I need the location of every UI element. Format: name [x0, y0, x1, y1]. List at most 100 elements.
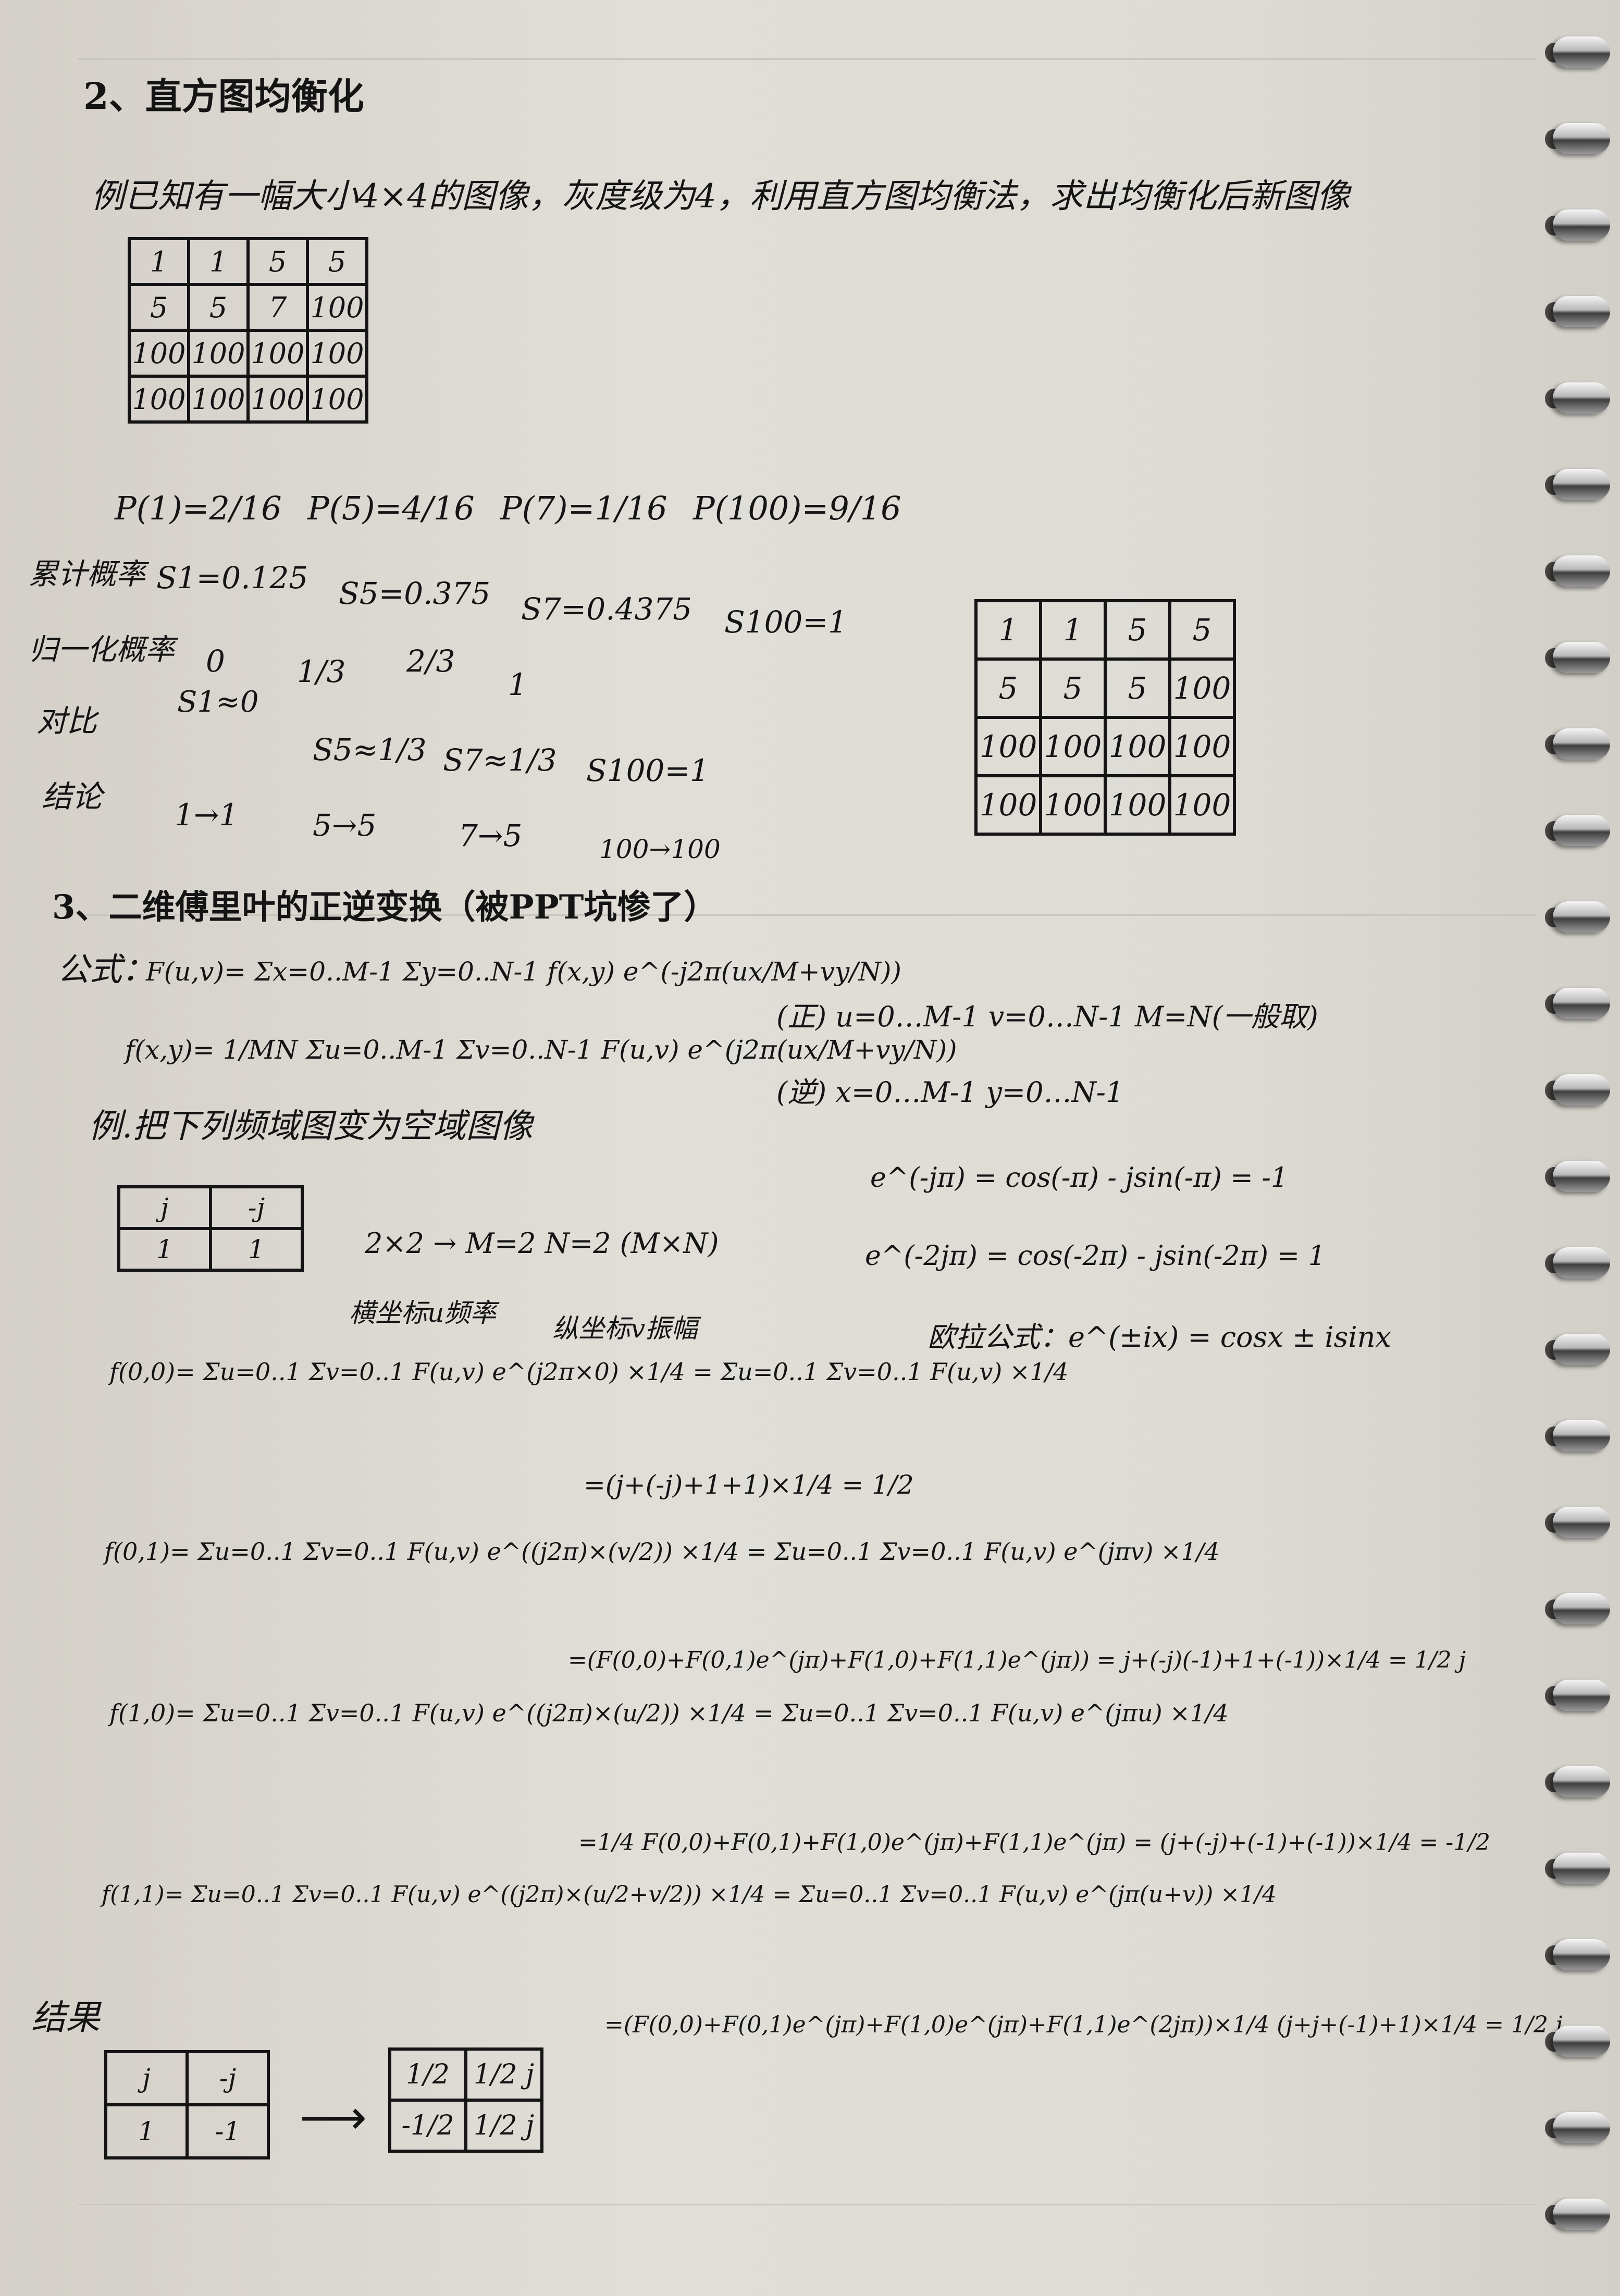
conclusion-value: 7→5: [459, 818, 523, 853]
matrix-cell: 1: [974, 599, 1042, 661]
matrix-cell: 5: [1039, 657, 1107, 719]
f11-result: =(F(0,0)+F(0,1)e^(jπ)+F(1,0)e^(jπ)+F(1,1…: [604, 2012, 1563, 2038]
note-u-frequency: 横坐标u频率: [349, 1298, 497, 1328]
matrix-cell: 5: [187, 283, 250, 332]
matrix-cell: 100: [1168, 774, 1236, 836]
final-spatial-matrix: 1/2 1/2 j -1/2 1/2 j: [388, 2047, 543, 2153]
cumulative-s1: S1=0.125: [156, 560, 308, 595]
matrix-cell: 100: [1104, 716, 1171, 777]
normalized-value: 0: [206, 643, 225, 679]
matrix-cell: 100: [306, 283, 368, 332]
matrix-cell: 100: [306, 375, 368, 424]
matrix-cell: 100: [128, 329, 190, 378]
binding-ring: [1553, 1853, 1610, 1884]
f01-expression: f(0,1)= Σu=0..1 Σv=0..1 F(u,v) e^((j2π)×…: [104, 1537, 1220, 1566]
size-note: 2×2 → M=2 N=2 (M×N): [365, 1227, 719, 1260]
ruled-line: [78, 58, 1537, 60]
binding-ring: [1553, 815, 1610, 846]
binding-ring: [1553, 1334, 1610, 1365]
matrix-cell: 100: [1168, 657, 1236, 719]
binding-ring: [1553, 123, 1610, 154]
matrix-cell: 100: [974, 774, 1042, 836]
binding-ring: [1553, 2199, 1610, 2230]
matrix-cell: 7: [246, 283, 309, 332]
f10-expression: f(1,0)= Σu=0..1 Σv=0..1 F(u,v) e^((j2π)×…: [109, 1699, 1229, 1727]
matrix-cell: -j: [209, 1185, 304, 1230]
normalized-value: 1: [508, 667, 527, 702]
matrix-cell: 1: [128, 237, 190, 286]
binding-ring: [1553, 1161, 1610, 1192]
matrix-cell: -1/2: [388, 2099, 467, 2153]
matrix-cell: j: [117, 1185, 212, 1230]
binding-ring: [1553, 1680, 1610, 1711]
matrix-cell: 100: [128, 375, 190, 424]
matrix-cell: 100: [246, 375, 309, 424]
matrix-cell: 100: [246, 329, 309, 378]
binding-ring: [1553, 988, 1610, 1019]
matrix-cell: 5: [1168, 599, 1236, 661]
right-arrow-icon: ⟶: [300, 2090, 367, 2145]
formula-forward: F(u,v)= Σx=0..M-1 Σy=0..N-1 f(x,y) e^(-j…: [146, 957, 901, 987]
binding-ring: [1553, 1507, 1610, 1538]
binding-ring: [1553, 642, 1610, 673]
inverse-range: (逆) x=0…M-1 y=0…N-1: [776, 1076, 1124, 1109]
conclusion-value: 1→1: [175, 797, 239, 833]
conclusion-label: 结论: [42, 779, 103, 814]
matrix-cell: 100: [306, 329, 368, 378]
forward-range: (正) u=0…M-1 v=0…N-1 M=N(一般取): [776, 1000, 1318, 1033]
example-fourier-text: 例.把下列频域图变为空域图像: [89, 1107, 533, 1146]
identity-e-minus-2j-pi: e^(-2jπ) = cos(-2π) - jsin(-2π) = 1: [865, 1240, 1326, 1272]
probability-p7: P(7)=1/16: [500, 489, 667, 527]
matrix-cell: -1: [186, 2103, 270, 2160]
matrix-cell: 100: [1039, 774, 1107, 836]
matrix-cell: 5: [128, 283, 190, 332]
f00-result: =(j+(-j)+1+1)×1/4 = 1/2: [584, 1470, 914, 1500]
f01-result: =(F(0,0)+F(0,1)e^(jπ)+F(1,0)+F(1,1)e^(jπ…: [568, 1647, 1466, 1673]
final-frequency-matrix: j -j 1 -1: [104, 2050, 270, 2160]
probability-p5: P(5)=4/16: [307, 489, 475, 527]
f11-expression: f(1,1)= Σu=0..1 Σv=0..1 F(u,v) e^((j2π)×…: [102, 1881, 1277, 1908]
binding-ring: [1553, 296, 1610, 327]
matrix-cell: 100: [974, 716, 1042, 777]
f00-expression: f(0,0)= Σu=0..1 Σv=0..1 F(u,v) e^(j2π×0)…: [109, 1358, 1069, 1386]
binding-ring: [1553, 2026, 1610, 2057]
binding-ring: [1553, 555, 1610, 587]
matrix-cell: j: [104, 2050, 189, 2106]
matrix-cell: 100: [1104, 774, 1171, 836]
matrix-cell: 1: [1039, 599, 1107, 661]
binding-ring: [1553, 2112, 1610, 2143]
matrix-cell: 5: [246, 237, 309, 286]
matrix-cell: 1/2: [388, 2047, 467, 2102]
original-image-matrix: 1 1 5 5 5 5 7 100 100 100 100 100 100 10…: [128, 237, 368, 424]
normalized-value: 1/3: [297, 654, 346, 689]
cumulative-s5: S5=0.375: [339, 576, 491, 611]
cumulative-s100: S100=1: [724, 604, 847, 640]
matrix-cell: 100: [187, 329, 250, 378]
probability-p100: P(100)=9/16: [693, 489, 901, 527]
probability-p1: P(1)=2/16: [115, 489, 282, 527]
compare-value: S7≈1/3: [443, 742, 557, 778]
note-v-amplitude: 纵坐标v振幅: [552, 1313, 698, 1344]
heading-fourier: 3、二维傅里叶的正逆变换（被PPT坑惨了）: [52, 888, 718, 927]
binding-ring: [1553, 1074, 1610, 1106]
matrix-cell: 100: [1039, 716, 1107, 777]
matrix-cell: 1: [117, 1227, 212, 1272]
f10-result: =1/4 F(0,0)+F(0,1)+F(1,0)e^(jπ)+F(1,1)e^…: [578, 1829, 1491, 1856]
result-label: 结果: [31, 1997, 100, 2038]
example-histogram-text: 例已知有一幅大小4×4的图像，灰度级为4，利用直方图均衡法，求出均衡化后新图像: [91, 177, 1350, 216]
normalized-label: 归一化概率: [29, 633, 175, 667]
binding-ring: [1553, 1766, 1610, 1797]
matrix-cell: 1/2 j: [464, 2099, 543, 2153]
matrix-cell: 1: [187, 237, 250, 286]
matrix-cell: -j: [186, 2050, 270, 2106]
matrix-cell: 5: [306, 237, 368, 286]
binding-ring: [1553, 1593, 1610, 1624]
cumulative-s7: S7=0.4375: [521, 591, 692, 627]
matrix-cell: 5: [974, 657, 1042, 719]
binding-ring: [1553, 1939, 1610, 1970]
binding-ring: [1553, 1247, 1610, 1279]
matrix-cell: 100: [1168, 716, 1236, 777]
notebook-page: 2、直方图均衡化 例已知有一幅大小4×4的图像，灰度级为4，利用直方图均衡法，求…: [0, 0, 1620, 2296]
cumulative-label: 累计概率: [29, 557, 145, 591]
matrix-cell: 5: [1104, 599, 1171, 661]
